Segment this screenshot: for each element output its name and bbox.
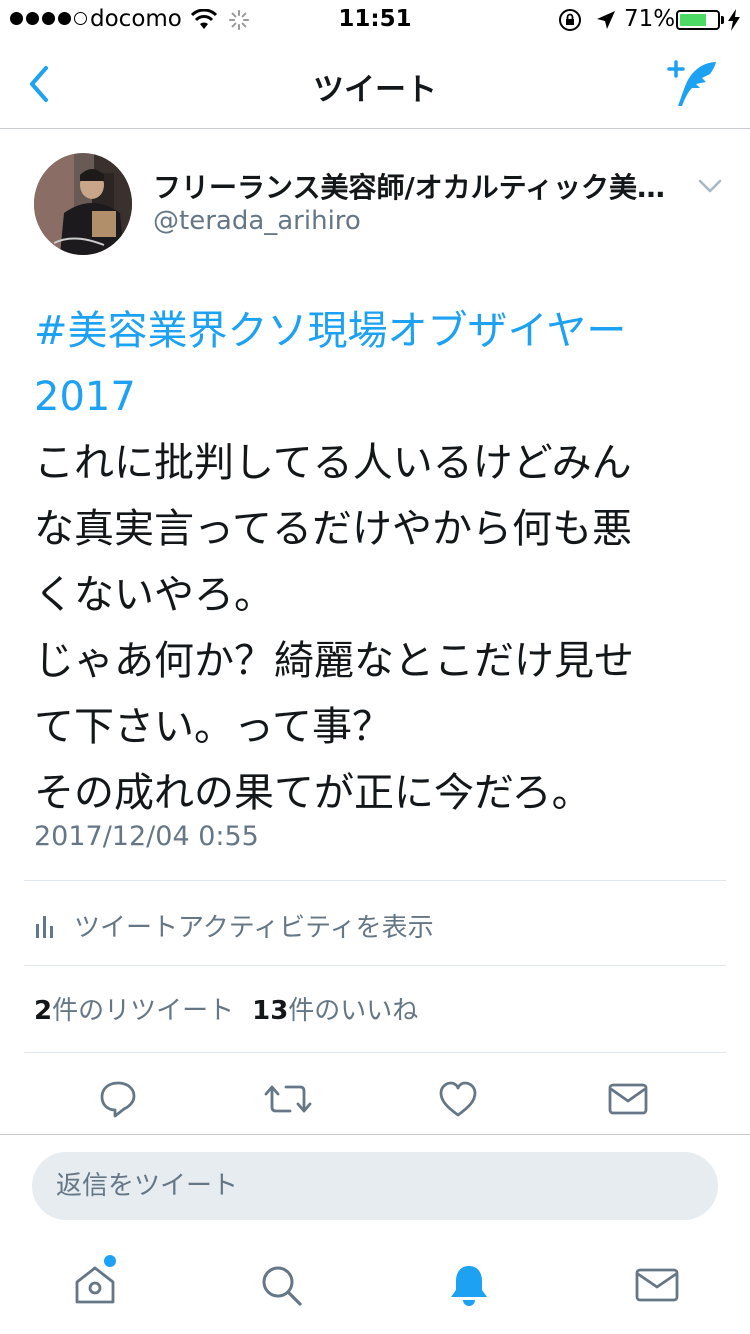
user-handle[interactable]: @terada_arihiro <box>153 206 361 236</box>
tweet-line: その成れの果てが正に今だろ。 <box>34 770 592 816</box>
tab-search[interactable] <box>256 1260 306 1310</box>
hashtag-link-cont[interactable]: 2017 <box>34 364 724 430</box>
battery-percent: 71% <box>624 6 676 32</box>
tweet-timestamp: 2017/12/04 0:55 <box>34 821 259 852</box>
tweet-line: じゃあ何か？綺麗なとこだけ見せ <box>34 638 634 684</box>
tweet-stats: 2件のリツイート 13件のいいね <box>34 990 418 1027</box>
tweet-text: #美容業界クソ現場オブザイヤー 2017 これに批判してる人いるけどみん な真実… <box>34 298 724 826</box>
tweet-actions <box>0 1072 750 1126</box>
tab-notifications[interactable] <box>444 1260 494 1310</box>
rotation-lock-icon <box>559 9 581 31</box>
divider <box>24 1052 726 1053</box>
tweet-line: な真実言ってるだけやから何も悪 <box>34 506 632 552</box>
retweet-button[interactable] <box>264 1072 312 1126</box>
battery-cap <box>721 16 724 24</box>
charging-bolt-icon <box>728 9 740 31</box>
tweet-activity-label: ツイートアクティビティを表示 <box>74 912 434 943</box>
hashtag-link[interactable]: #美容業界クソ現場オブザイヤー <box>34 298 724 364</box>
retweet-icon <box>264 1085 312 1113</box>
reply-input[interactable] <box>32 1152 718 1220</box>
tweet-activity-button[interactable]: ツイートアクティビティを表示 <box>34 900 434 950</box>
display-name[interactable]: フリーランス美容師/オカルティック美… <box>153 166 683 206</box>
home-icon <box>75 1266 115 1304</box>
reply-button[interactable] <box>94 1072 142 1126</box>
retweet-stat[interactable]: 2件のリツイート <box>34 990 234 1027</box>
like-button[interactable] <box>434 1072 482 1126</box>
compose-tweet-icon <box>667 60 716 106</box>
tweet-line: て下さい。って事？ <box>34 704 392 750</box>
page-title: ツイート <box>313 72 437 108</box>
tweet-line: くないやろ。 <box>34 572 274 618</box>
envelope-icon <box>608 1083 648 1115</box>
reply-icon <box>100 1081 136 1118</box>
tab-bar <box>0 1236 750 1334</box>
bell-icon <box>451 1266 487 1306</box>
share-dm-button[interactable] <box>604 1072 652 1126</box>
like-stat[interactable]: 13件のいいね <box>252 990 418 1027</box>
new-tweets-badge <box>104 1255 116 1267</box>
analytics-bar-icon <box>36 916 53 938</box>
status-bar: docomo 11:51 71% <box>0 0 750 40</box>
reply-bar <box>0 1134 750 1236</box>
search-icon <box>262 1266 302 1306</box>
battery-icon <box>676 10 720 30</box>
heart-icon <box>439 1081 477 1117</box>
envelope-icon <box>635 1268 679 1302</box>
tab-messages[interactable] <box>632 1260 682 1310</box>
tweet-line: これに批判してる人いるけどみん <box>34 440 632 486</box>
compose-tweet-button[interactable] <box>664 58 720 110</box>
avatar[interactable] <box>34 153 132 255</box>
tab-home[interactable] <box>70 1260 120 1310</box>
navigation-bar: ツイート <box>0 40 750 129</box>
divider <box>24 880 726 881</box>
profile-photo <box>34 153 132 255</box>
divider <box>24 965 726 966</box>
location-arrow-icon <box>597 11 615 29</box>
chevron-down-icon[interactable] <box>695 176 725 196</box>
